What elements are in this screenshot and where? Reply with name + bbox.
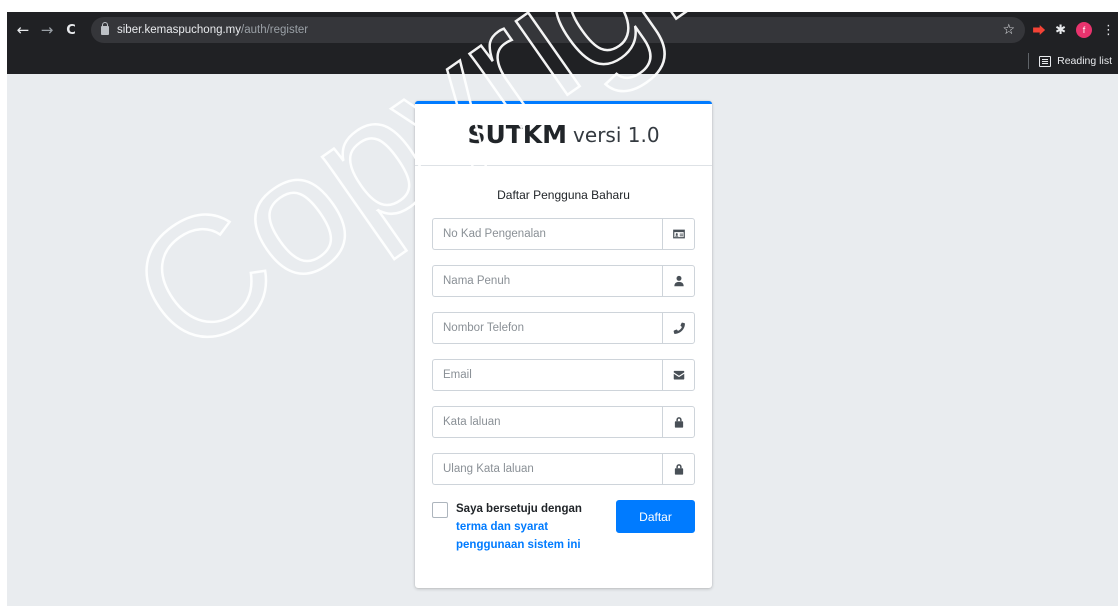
phone-addon [662, 312, 695, 344]
profile-avatar[interactable]: f [1076, 22, 1092, 38]
name-addon [662, 265, 695, 297]
lock-icon[interactable] [101, 21, 109, 35]
extensions-puzzle-icon[interactable]: ✱ [1055, 23, 1066, 38]
page-background: SUTKM versi 1.0 Daftar Pengguna Baharu N… [7, 74, 1118, 606]
email-addon [662, 359, 695, 391]
card-header: SUTKM versi 1.0 [415, 104, 712, 166]
agree-terms-label[interactable]: Saya bersetuju dengan terma dan syarat p… [456, 500, 594, 554]
ic-number-input[interactable] [432, 218, 662, 250]
reading-list-button[interactable]: Reading list [1057, 55, 1112, 67]
lock-icon [674, 464, 683, 475]
extensions-area: ✱ f ⋮ [1033, 22, 1115, 38]
envelope-icon [673, 370, 684, 380]
password-group [432, 406, 695, 438]
email-group [432, 359, 695, 391]
agree-terms-checkbox[interactable] [432, 502, 448, 518]
address-bar[interactable]: siber.kemaspuchong.my/auth/register ☆ [91, 17, 1026, 43]
confirm-password-addon [662, 453, 695, 485]
menu-kebab-icon[interactable]: ⋮ [1102, 23, 1115, 38]
terms-link[interactable]: terma dan syarat penggunaan sistem ini [456, 521, 581, 551]
brand-version: versi 1.0 [573, 122, 660, 147]
browser-toolbar: ← → C siber.kemaspuchong.my/auth/registe… [7, 12, 1118, 48]
extension-arrow-icon[interactable] [1033, 25, 1046, 35]
browser-chrome: ← → C siber.kemaspuchong.my/auth/registe… [7, 12, 1118, 74]
register-button[interactable]: Daftar [616, 500, 695, 533]
register-card: SUTKM versi 1.0 Daftar Pengguna Baharu N… [415, 101, 712, 588]
reading-list-icon[interactable] [1039, 55, 1052, 67]
password-input[interactable] [432, 406, 662, 438]
bookmark-star-icon[interactable]: ☆ [1003, 22, 1016, 38]
full-name-input[interactable] [432, 265, 662, 297]
ic-addon [662, 218, 695, 250]
confirm-password-group [432, 453, 695, 485]
phone-group [432, 312, 695, 344]
phone-icon [673, 322, 685, 334]
terms-row: Saya bersetuju dengan terma dan syarat p… [432, 500, 695, 554]
email-input[interactable] [432, 359, 662, 391]
url-domain: siber.kemaspuchong.my [117, 24, 242, 36]
agree-text: Saya bersetuju dengan [456, 503, 582, 515]
full-name-group [432, 265, 695, 297]
password-addon [662, 406, 695, 438]
brand-name: SUTKM [467, 120, 568, 149]
confirm-password-input[interactable] [432, 453, 662, 485]
bookmarks-bar: Reading list [7, 48, 1118, 74]
url-path: /auth/register [241, 24, 309, 36]
url-text[interactable]: siber.kemaspuchong.my/auth/register [117, 24, 308, 36]
form-subtitle: Daftar Pengguna Baharu [497, 188, 630, 202]
phone-input[interactable] [432, 312, 662, 344]
ic-number-group [432, 218, 695, 250]
id-card-icon [672, 229, 685, 239]
back-icon[interactable]: ← [13, 20, 33, 40]
forward-icon[interactable]: → [37, 20, 57, 40]
lock-icon [674, 417, 683, 428]
user-icon [673, 275, 684, 287]
card-body: Daftar Pengguna Baharu No Kad Pengenalan… [415, 166, 712, 554]
bookmarks-separator [1028, 53, 1030, 69]
reload-icon[interactable]: C [61, 20, 81, 40]
